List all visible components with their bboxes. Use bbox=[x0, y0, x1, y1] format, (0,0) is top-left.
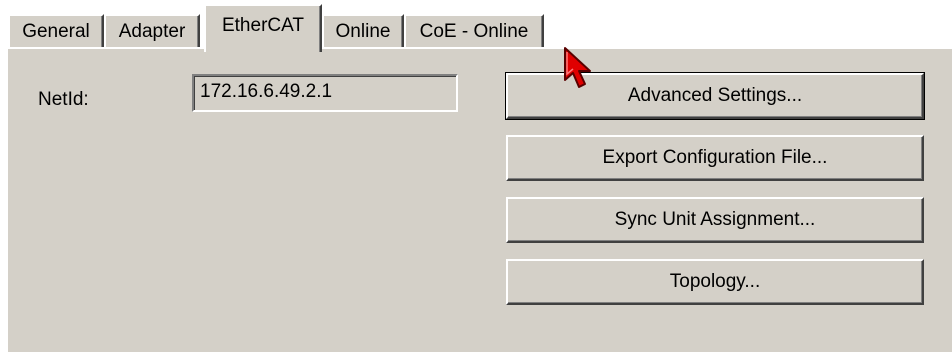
tab-online[interactable]: Online bbox=[322, 14, 404, 48]
tab-strip: General Adapter EtherCAT Online CoE - On… bbox=[8, 0, 952, 52]
tab-coe-online-label: CoE - Online bbox=[419, 21, 529, 42]
tab-general-label: General bbox=[22, 21, 90, 42]
export-configuration-file-button[interactable]: Export Configuration File... bbox=[506, 135, 924, 181]
topology-button[interactable]: Topology... bbox=[506, 259, 924, 305]
ethercat-tab-panel: NetId: 172.16.6.49.2.1 Advanced Settings… bbox=[6, 47, 952, 352]
tab-ethercat-label: EtherCAT bbox=[221, 15, 304, 36]
tab-adapter-label: Adapter bbox=[118, 21, 186, 42]
sync-unit-assignment-button[interactable]: Sync Unit Assignment... bbox=[506, 197, 924, 243]
netid-label: NetId: bbox=[38, 89, 89, 110]
tab-general[interactable]: General bbox=[8, 14, 104, 48]
arrow-pointer-icon bbox=[564, 47, 591, 88]
tab-coe-online[interactable]: CoE - Online bbox=[404, 14, 544, 48]
netid-field[interactable]: 172.16.6.49.2.1 bbox=[192, 74, 458, 112]
tab-online-label: Online bbox=[335, 21, 391, 42]
tab-adapter[interactable]: Adapter bbox=[104, 14, 200, 48]
tab-ethercat[interactable]: EtherCAT bbox=[204, 4, 322, 52]
